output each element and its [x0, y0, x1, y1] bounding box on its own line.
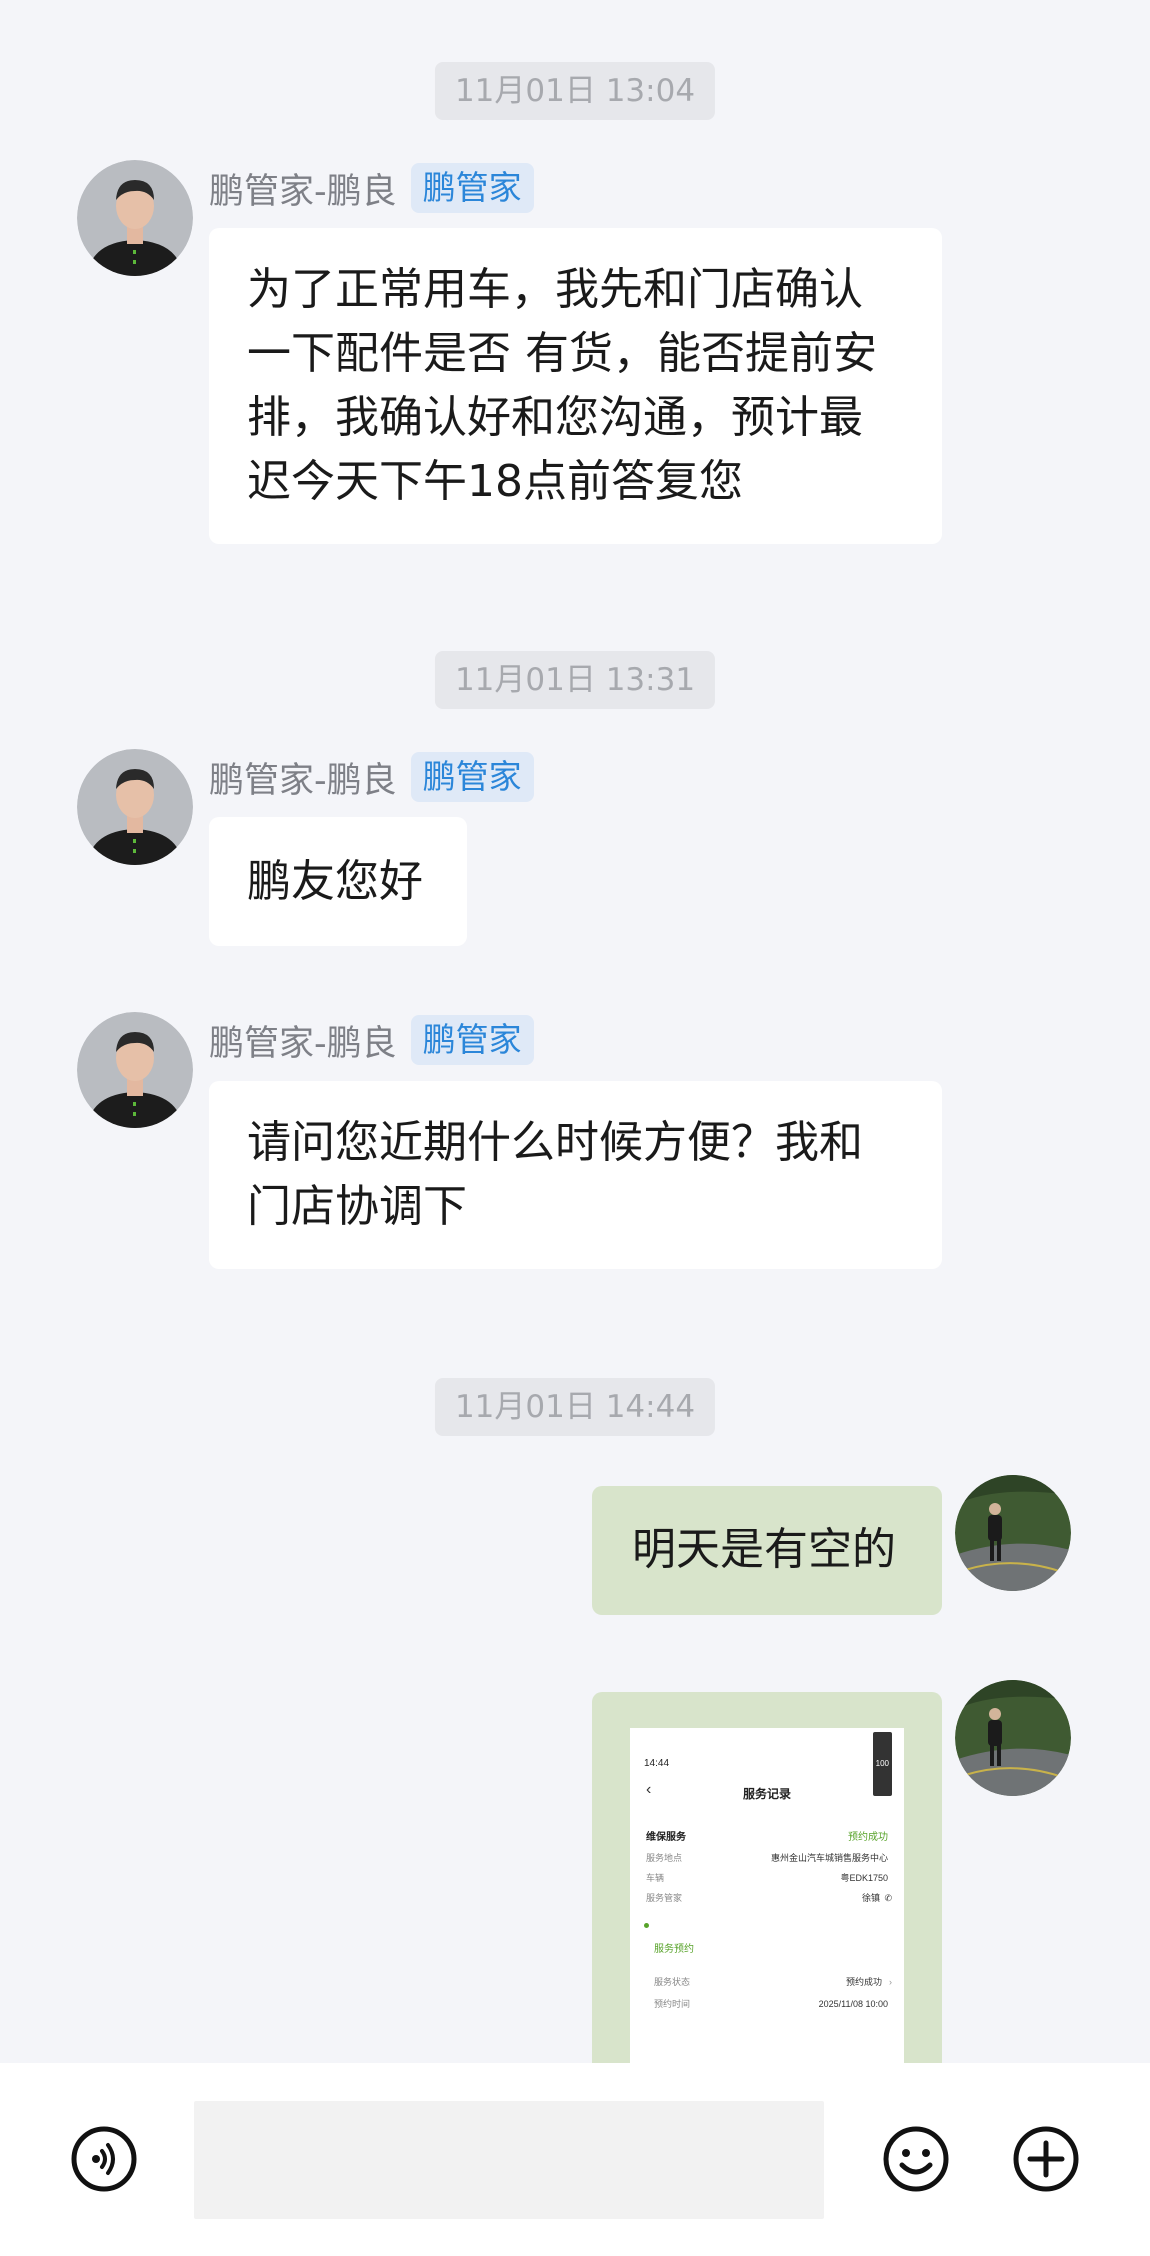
- screenshot-thumbnail[interactable]: 14:44 100 ‹ 服务记录 维保服务 预约成功 服务地点 惠州金山汽车城销…: [630, 1728, 904, 2063]
- role-badge: 鹏管家: [410, 1015, 534, 1065]
- message-line: 请问您近期什么时候方便？我和: [247, 1117, 863, 1168]
- sender-name: 鹏管家-鹏良: [209, 1023, 397, 1064]
- timestamp: 11月01日 14:44: [434, 1378, 716, 1436]
- user-avatar[interactable]: [955, 1475, 1071, 1591]
- incoming-message-bubble[interactable]: 请问您近期什么时候方便？我和 门店协调下: [209, 1081, 942, 1269]
- agent-avatar[interactable]: [77, 749, 193, 865]
- row-key: 预约时间: [654, 1999, 691, 2009]
- sender-row: 鹏管家-鹏良 鹏管家: [209, 1012, 534, 1068]
- message-line: 一下配件是否 有货，能否提前安: [247, 328, 877, 379]
- timestamp: 11月01日 13:31: [434, 651, 716, 709]
- section-dot: [644, 1923, 649, 1928]
- outgoing-image-bubble[interactable]: 14:44 100 ‹ 服务记录 维保服务 预约成功 服务地点 惠州金山汽车城销…: [592, 1692, 942, 2063]
- message-line: 门店协调下: [247, 1181, 467, 1232]
- sender-name: 鹏管家-鹏良: [209, 760, 397, 801]
- message-line: 排，我确认好和您沟通，预计最: [247, 392, 863, 443]
- role-badge: 鹏管家: [410, 752, 534, 802]
- message-input[interactable]: [194, 2101, 824, 2219]
- sender-name: 鹏管家-鹏良: [209, 171, 397, 212]
- sender-row: 鹏管家-鹏良 鹏管家: [209, 749, 534, 805]
- agent-avatar[interactable]: [77, 160, 193, 276]
- message-text: 鹏友您好: [247, 856, 423, 907]
- incoming-message-bubble[interactable]: 为了正常用车，我先和门店确认 一下配件是否 有货，能否提前安 排，我确认好和您沟…: [209, 228, 942, 544]
- chat-area[interactable]: 11月01日 13:04 鹏管家-鹏良 鹏管家 为了正常用车，我先和门店确认 一…: [0, 0, 1150, 2063]
- outgoing-message-bubble[interactable]: 明天是有空的: [592, 1486, 942, 1615]
- emoji-icon[interactable]: [882, 2125, 950, 2193]
- message-text: 明天是有空的: [632, 1524, 896, 1575]
- row-value: 徐镇: [861, 1893, 880, 1903]
- user-avatar[interactable]: [955, 1680, 1071, 1796]
- plus-icon[interactable]: [1012, 2125, 1080, 2193]
- message-line: 迟今天下午18点前答复您: [247, 456, 743, 507]
- voice-icon[interactable]: [70, 2125, 138, 2193]
- timestamp: 11月01日 13:04: [434, 62, 716, 120]
- input-bar: [0, 2063, 1150, 2256]
- role-badge: 鹏管家: [410, 163, 534, 213]
- chevron-right-icon: ›: [889, 1977, 892, 1987]
- message-line: 为了正常用车，我先和门店确认: [247, 264, 863, 315]
- phone-icon: ✆: [884, 1893, 892, 1903]
- sender-row: 鹏管家-鹏良 鹏管家: [209, 160, 534, 216]
- agent-avatar[interactable]: [77, 1012, 193, 1128]
- row-value: 2025/11/08 10:00: [818, 1999, 888, 2009]
- incoming-message-bubble[interactable]: 鹏友您好: [209, 817, 467, 946]
